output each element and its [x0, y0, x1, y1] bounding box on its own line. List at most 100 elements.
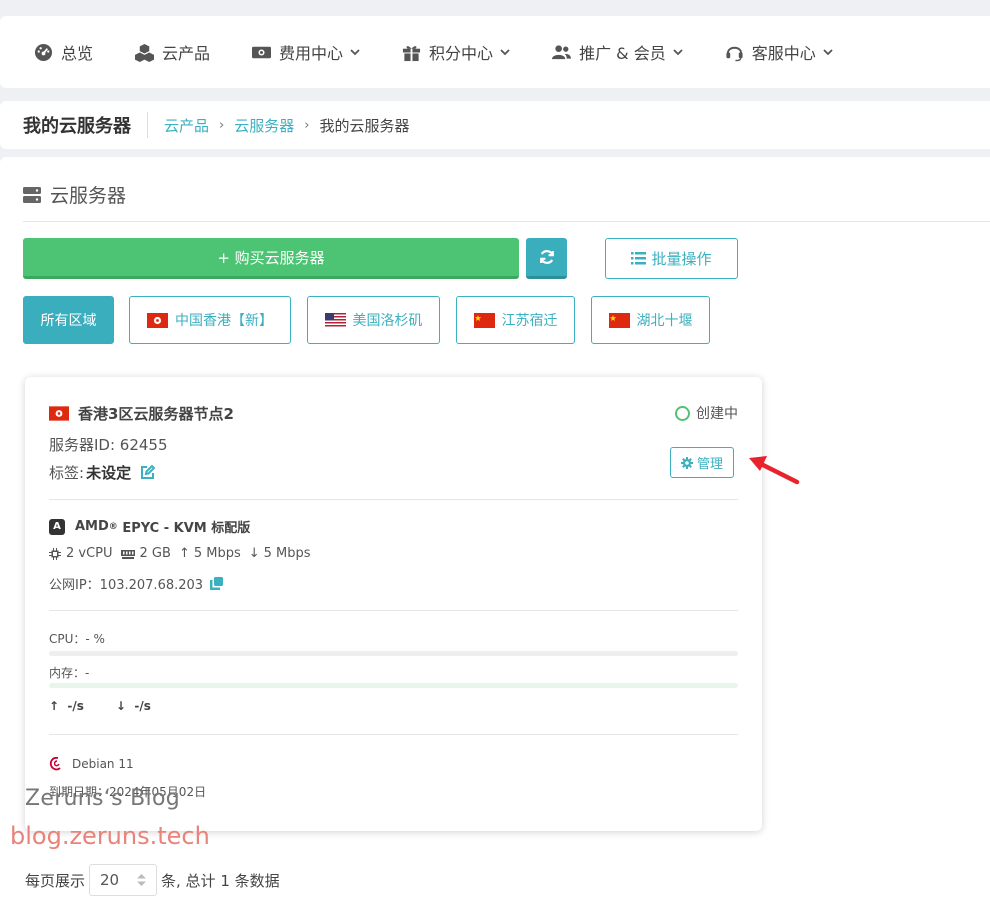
cpu-usage-label: CPU：- % — [49, 632, 105, 646]
download-bandwidth: ↓ 5 Mbps — [249, 546, 311, 561]
ram-value: 2 GB — [139, 546, 171, 561]
region-filter-suqian[interactable]: 江苏宿迁 — [456, 296, 575, 344]
gear-icon — [680, 456, 693, 469]
cpu-usage-bar — [49, 651, 738, 656]
region-label: 湖北十堰 — [636, 313, 693, 329]
arrow-up-icon: ↑ — [178, 546, 190, 561]
nav-label: 推广 & 会员 — [579, 44, 666, 63]
watermark-url: blog.zeruns.tech — [10, 822, 210, 850]
chip-icon — [49, 547, 61, 560]
annotation-arrow-icon — [749, 456, 800, 485]
main-panel: 云服务器 + 购买云服务器 批量操作 所有区域 中国香港【新】 美国洛杉矶 江苏… — [0, 157, 990, 913]
cpu-brand: AMD — [75, 519, 109, 534]
batch-label: 批量操作 — [651, 250, 712, 268]
arrow-down-icon: ↓ — [248, 546, 260, 561]
region-filter-all[interactable]: 所有区域 — [23, 296, 114, 344]
memory-usage-label: 内存：- — [49, 666, 90, 680]
hongkong-flag-icon — [147, 312, 168, 328]
nav-item-overview[interactable]: 总览 — [34, 40, 93, 64]
gift-icon — [402, 45, 421, 61]
chevron-right-icon: › — [304, 117, 310, 133]
upload-bandwidth-value: 5 Mbps — [193, 546, 241, 561]
dashboard-icon — [34, 43, 53, 61]
public-ip-text: 公网IP：103.207.68.203 — [49, 578, 204, 593]
region-filter-shiyan[interactable]: 湖北十堰 — [591, 296, 710, 344]
batch-operation-button[interactable]: 批量操作 — [605, 238, 738, 279]
nav-item-cloud-products[interactable]: 云产品 — [135, 40, 210, 64]
chevron-down-icon — [350, 49, 360, 56]
vcpu-value: 2 vCPU — [66, 546, 113, 561]
tag-value: 未设定 — [86, 464, 132, 482]
status-ring-icon — [675, 405, 690, 421]
nav-label: 费用中心 — [279, 44, 344, 63]
copy-icon[interactable] — [210, 577, 224, 590]
cubes-icon — [135, 43, 155, 62]
chevron-down-icon — [500, 49, 510, 56]
nav-item-promotion[interactable]: 推广 & 会员 — [552, 40, 683, 64]
panel-title: 云服务器 — [50, 185, 127, 207]
hongkong-flag-icon — [49, 406, 69, 421]
chevron-down-icon — [673, 49, 683, 56]
manage-button[interactable]: 管理 — [670, 447, 734, 478]
region-label: 中国香港【新】 — [175, 313, 273, 329]
pagination: 每页展示 20 条, 总计 1 条数据 — [25, 864, 280, 896]
breadcrumb-link-cloud-servers[interactable]: 云服务器 — [234, 115, 294, 136]
public-ip: 公网IP：103.207.68.203 — [49, 574, 224, 593]
server-card[interactable]: 香港3区云服务器节点2 服务器ID: 62455 标签: 未设定 创建中 管理 … — [25, 377, 800, 831]
users-icon — [552, 44, 572, 59]
cpu-model: A AMD ® EPYC - KVM 标配版 — [49, 517, 250, 536]
vcpu-spec: 2 vCPU — [49, 546, 113, 561]
sort-icon — [137, 874, 147, 886]
money-icon — [252, 46, 272, 58]
os-name: Debian 11 — [72, 756, 134, 771]
ram-spec: 2 GB — [120, 546, 171, 561]
headset-icon — [726, 46, 743, 61]
pager-prefix: 每页展示 — [25, 871, 86, 890]
server-tag: 标签: 未设定 — [49, 462, 156, 483]
region-label: 所有区域 — [40, 313, 97, 329]
manage-label: 管理 — [696, 457, 723, 472]
divider — [49, 610, 738, 611]
os-info: Debian 11 — [49, 755, 134, 772]
server-id: 服务器ID: 62455 — [49, 436, 168, 454]
download-speed: ↓ -/s — [115, 699, 151, 713]
nav-label: 总览 — [61, 44, 94, 63]
upload-speed: ↑ -/s — [49, 699, 84, 713]
cpu-model-text: EPYC - KVM 标配版 — [117, 521, 251, 536]
china-flag-icon — [473, 312, 495, 328]
nav-item-support[interactable]: 客服中心 — [725, 40, 833, 64]
pager-suffix: 条, 总计 1 条数据 — [161, 871, 280, 890]
page-size-select[interactable]: 20 — [89, 864, 158, 896]
panel-header: 云服务器 — [23, 181, 126, 208]
divider — [49, 499, 738, 500]
debian-icon — [49, 756, 61, 771]
nav-item-billing[interactable]: 费用中心 — [252, 40, 360, 64]
region-label: 江苏宿迁 — [501, 313, 558, 329]
watermark-title: Zeruns‘s Blog — [25, 786, 180, 811]
china-flag-icon — [608, 312, 630, 328]
list-icon — [631, 252, 647, 265]
top-nav: 总览 云产品 费用中心 积分中心 推广 & 会员 客服中心 — [0, 16, 990, 88]
buy-server-button[interactable]: + 购买云服务器 — [23, 238, 519, 279]
server-name-text: 香港3区云服务器节点2 — [78, 405, 234, 423]
download-bandwidth-value: 5 Mbps — [263, 546, 311, 561]
edit-icon[interactable] — [140, 465, 156, 480]
divider — [49, 734, 738, 735]
breadcrumb-link-cloud-products[interactable]: 云产品 — [164, 115, 209, 136]
region-label: 美国洛杉矶 — [352, 313, 423, 329]
nav-item-points[interactable]: 积分中心 — [402, 40, 510, 64]
region-filter-los-angeles[interactable]: 美国洛杉矶 — [307, 296, 440, 344]
server-name: 香港3区云服务器节点2 — [49, 403, 234, 424]
divider — [23, 221, 990, 222]
breadcrumb-bar: 我的云服务器 云产品 › 云服务器 › 我的云服务器 — [0, 101, 990, 149]
memory-icon — [120, 549, 135, 559]
page-size-value: 20 — [100, 871, 120, 889]
nav-label: 积分中心 — [429, 44, 494, 63]
status-text: 创建中 — [696, 406, 738, 422]
page-title: 我的云服务器 — [23, 112, 148, 138]
refresh-button[interactable] — [526, 238, 567, 279]
amd-icon: A — [49, 518, 65, 535]
upload-bandwidth: ↑ 5 Mbps — [179, 546, 241, 561]
region-filter-hongkong[interactable]: 中国香港【新】 — [129, 296, 291, 344]
traffic-stats: ↑ -/s ↓ -/s — [49, 699, 183, 713]
